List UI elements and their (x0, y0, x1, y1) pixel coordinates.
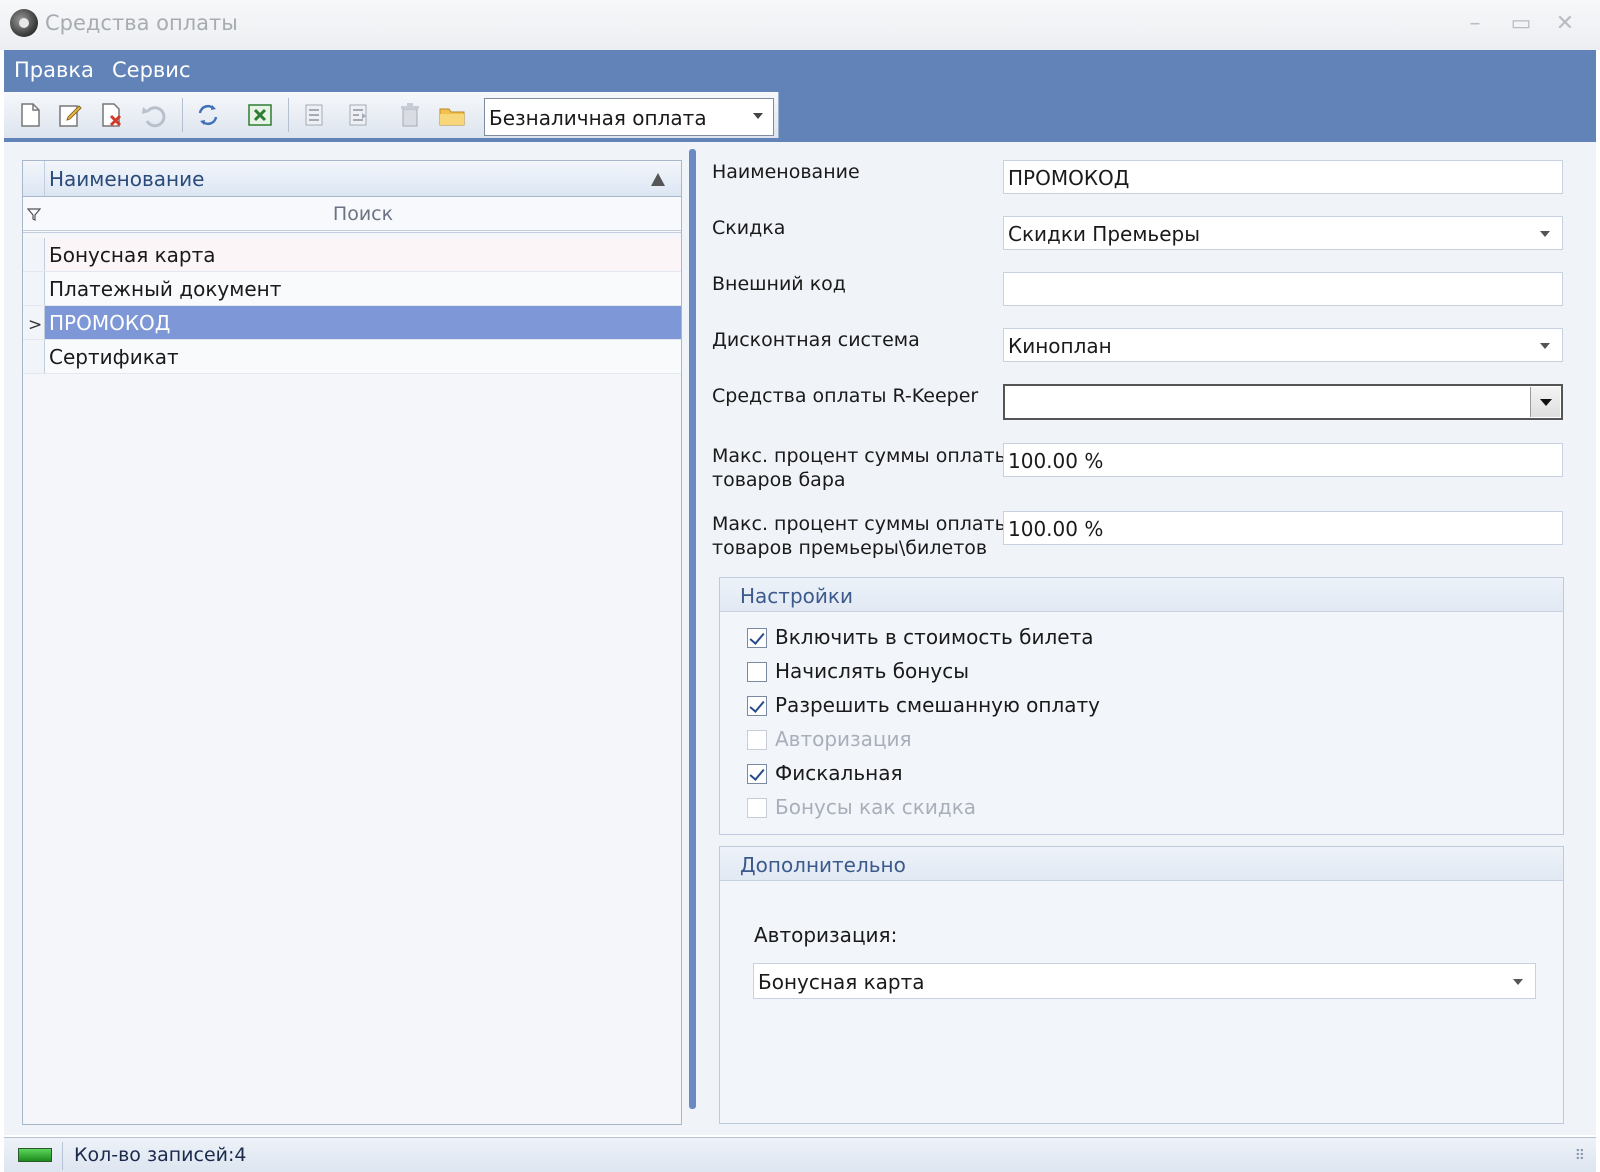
edit-icon[interactable] (56, 101, 84, 129)
discount-system-select[interactable]: Киноплан (1003, 328, 1563, 362)
max-premiere-label-line2: товаров премьеры\билетов (712, 537, 988, 559)
search-input[interactable]: Поиск (45, 203, 681, 225)
bonuses-as-discount-checkbox (747, 798, 767, 818)
fiscal-label[interactable]: Фискальная (775, 761, 902, 785)
chevron-down-icon (1540, 231, 1550, 237)
list-item-label: Платежный документ (49, 277, 282, 301)
status-bar: Кол-во записей:4 ⠿ (4, 1137, 1596, 1172)
toolbar-separator (288, 98, 289, 132)
menu-edit[interactable]: Правка (14, 58, 94, 82)
undo-icon[interactable] (140, 101, 168, 129)
maximize-button[interactable]: ▭ (1506, 10, 1536, 38)
row-header-cell (23, 272, 45, 305)
title-bar: Средства оплаты – ▭ ✕ (0, 0, 1600, 50)
rkeeper-select[interactable] (1003, 384, 1563, 420)
external-code-field[interactable] (1003, 272, 1563, 306)
panel-splitter[interactable] (689, 149, 696, 1109)
minimize-button[interactable]: – (1460, 10, 1490, 38)
include-in-ticket-label[interactable]: Включить в стоимость билета (775, 625, 1094, 649)
sort-ascending-icon[interactable] (651, 173, 665, 186)
chevron-down-icon (1540, 343, 1550, 349)
fiscal-checkbox[interactable] (747, 764, 767, 784)
row-header-cell (23, 238, 45, 271)
discount-system-value: Киноплан (1008, 334, 1112, 358)
rkeeper-label: Средства оплаты R-Keeper (712, 385, 979, 407)
current-row-icon: > (28, 315, 43, 335)
resize-grip-icon[interactable]: ⠿ (1575, 1148, 1586, 1164)
move-up-icon[interactable] (300, 101, 328, 129)
settings-group: Настройки Включить в стоимость билета На… (719, 577, 1564, 835)
authorization-sub-label: Авторизация: (754, 923, 898, 947)
folder-icon[interactable] (438, 101, 466, 129)
additional-group-header: Дополнительно (720, 847, 1563, 881)
payment-methods-grid: Наименование Поиск Бонусная карта Платеж… (22, 160, 682, 1125)
name-label: Наименование (712, 161, 860, 183)
settings-group-header: Настройки (720, 578, 1563, 612)
refresh-icon[interactable] (194, 101, 222, 129)
filter-icon[interactable] (27, 208, 41, 222)
app-logo-icon (10, 9, 38, 37)
max-bar-label-line2: товаров бара (712, 469, 846, 491)
status-separator (62, 1142, 63, 1170)
settings-group-title: Настройки (740, 584, 853, 608)
discount-select[interactable]: Скидки Премьеры (1003, 216, 1563, 250)
discount-value: Скидки Премьеры (1008, 222, 1201, 246)
filter-row: Поиск (23, 197, 681, 233)
max-bar-percent-field[interactable]: 100.00 % (1003, 443, 1563, 477)
authorization-value: Бонусная карта (758, 970, 925, 994)
allow-mixed-payment-label[interactable]: Разрешить смешанную оплату (775, 693, 1100, 717)
list-item-label: ПРОМОКОД (49, 311, 171, 335)
discount-label: Скидка (712, 217, 786, 239)
payment-type-value: Безналичная оплата (489, 106, 707, 130)
additional-group-title: Дополнительно (740, 853, 906, 877)
max-premiere-percent-field[interactable]: 100.00 % (1003, 511, 1563, 545)
close-button[interactable]: ✕ (1550, 10, 1580, 38)
max-bar-label-line1: Макс. процент суммы оплаты (712, 445, 1010, 467)
trash-icon[interactable] (396, 101, 424, 129)
additional-group: Дополнительно Авторизация: Бонусная карт… (719, 846, 1564, 1124)
name-field[interactable]: ПРОМОКОД (1003, 160, 1563, 194)
list-item[interactable]: Сертификат (23, 340, 681, 374)
name-value: ПРОМОКОД (1008, 166, 1130, 190)
window-title: Средства оплаты (45, 11, 238, 35)
list-item-label: Бонусная карта (49, 243, 216, 267)
bonuses-as-discount-label: Бонусы как скидка (775, 795, 977, 819)
connection-status-icon (18, 1148, 52, 1162)
max-premiere-percent-value: 100.00 % (1008, 517, 1104, 541)
max-bar-percent-value: 100.00 % (1008, 449, 1104, 473)
authorization-checkbox (747, 730, 767, 750)
row-header-cell: > (23, 306, 45, 339)
chevron-down-icon (753, 113, 763, 119)
dropdown-button[interactable] (1530, 387, 1560, 417)
include-in-ticket-checkbox[interactable] (747, 628, 767, 648)
discount-system-label: Дисконтная система (712, 329, 920, 351)
grid-header: Наименование (23, 161, 681, 197)
menu-service[interactable]: Сервис (112, 58, 190, 82)
authorization-select[interactable]: Бонусная карта (753, 963, 1536, 999)
list-item[interactable]: Платежный документ (23, 272, 681, 306)
move-down-icon[interactable] (344, 101, 372, 129)
max-premiere-label-line1: Макс. процент суммы оплаты (712, 513, 1010, 535)
external-code-label: Внешний код (712, 273, 846, 295)
column-header-name[interactable]: Наименование (49, 167, 204, 191)
list-item-selected[interactable]: > ПРОМОКОД (23, 306, 681, 340)
row-header-cell (23, 161, 45, 196)
excel-export-icon[interactable] (246, 101, 274, 129)
toolbar-separator (182, 98, 183, 132)
row-header-cell (23, 340, 45, 373)
list-item-label: Сертификат (49, 345, 179, 369)
accrue-bonuses-checkbox[interactable] (747, 662, 767, 682)
chevron-down-icon (1513, 979, 1523, 985)
accrue-bonuses-label[interactable]: Начислять бонусы (775, 659, 969, 683)
new-document-icon[interactable] (16, 101, 44, 129)
delete-icon[interactable] (98, 101, 126, 129)
list-item[interactable]: Бонусная карта (23, 238, 681, 272)
payment-type-select[interactable]: Безналичная оплата (484, 98, 774, 136)
record-count: Кол-во записей:4 (74, 1144, 247, 1166)
authorization-label: Авторизация (775, 727, 912, 751)
allow-mixed-payment-checkbox[interactable] (747, 696, 767, 716)
